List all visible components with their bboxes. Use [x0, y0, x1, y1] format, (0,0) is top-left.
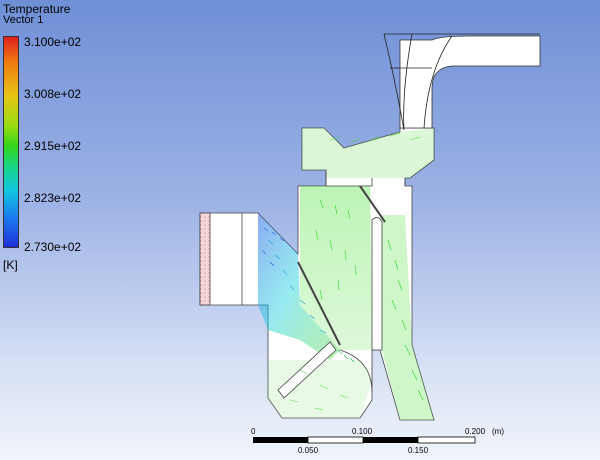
flow-region-top: [302, 128, 434, 178]
scale-seg-4: [417, 436, 476, 444]
scale-label-0050: 0.050: [298, 446, 319, 455]
scale-unit: (m): [492, 427, 504, 436]
scale-label-0100: 0.100: [352, 427, 373, 436]
scale-seg-2: [307, 436, 364, 444]
center-divider: [371, 217, 383, 351]
scale-bar: [253, 436, 476, 444]
scale-seg-3: [363, 437, 418, 443]
inlet-speckle: [200, 213, 210, 305]
vector-field-view[interactable]: [0, 0, 600, 460]
scale-label-0: 0: [251, 427, 256, 436]
upper-duct: [399, 35, 541, 129]
scale-label-0200: 0.200: [465, 427, 486, 436]
scale-label-0150: 0.150: [408, 446, 429, 455]
scale-seg-1: [253, 437, 308, 443]
